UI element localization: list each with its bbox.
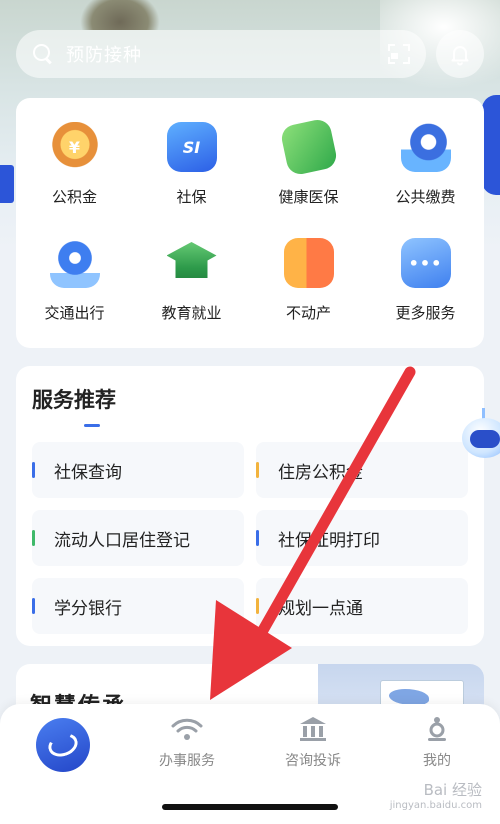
item-label: 社保证明打印 (278, 530, 380, 551)
public-payment-icon (400, 122, 451, 172)
search-icon (32, 43, 54, 65)
bell-icon (451, 46, 469, 66)
item-accent (256, 530, 259, 546)
recommend-item-housing-fund[interactable]: 住房公积金 (256, 442, 468, 498)
more-services-icon: ••• (400, 238, 451, 288)
recommend-title: 服务推荐 (32, 388, 116, 412)
home-logo-icon (45, 729, 81, 761)
item-label: 学分银行 (54, 598, 122, 619)
tab-label: 咨询投诉 (285, 753, 341, 769)
recommend-card: 服务推荐 社保查询 住房公积金 流动人口居住登记 社保证明打印 学分银行 规划一… (16, 366, 484, 646)
grid-item-label: 更多服务 (395, 304, 456, 322)
health-insurance-icon (278, 117, 339, 177)
wifi-icon (171, 718, 203, 740)
grid-item-label: 不动产 (285, 304, 331, 322)
item-accent (256, 598, 259, 614)
grid-item-label: 健康医保 (278, 188, 339, 206)
grid-item-real-estate[interactable]: 不动产 (250, 238, 367, 354)
hero-illustration (80, 0, 160, 30)
tab-consult[interactable]: 咨询投诉 (253, 716, 373, 770)
item-accent (32, 598, 35, 614)
item-accent (256, 462, 259, 478)
grid-item-label: 公共缴费 (395, 188, 456, 206)
left-accent (0, 165, 14, 203)
item-label: 住房公积金 (278, 462, 363, 483)
grid-item-label: 公积金 (51, 188, 97, 206)
social-security-icon: SI (166, 122, 217, 172)
grid-item-provident-fund[interactable]: ¥ 公积金 (16, 122, 133, 238)
home-indicator[interactable] (162, 804, 338, 810)
item-label: 规划一点通 (278, 598, 363, 619)
item-label: 社保查询 (54, 462, 122, 483)
item-label: 流动人口居住登记 (54, 530, 190, 551)
provident-fund-icon: ¥ (49, 122, 100, 172)
grid-item-label: 社保 (176, 188, 207, 206)
right-accent (482, 95, 500, 195)
recommend-item-social-security-certificate[interactable]: 社保证明打印 (256, 510, 468, 566)
recommend-item-social-security-query[interactable]: 社保查询 (32, 442, 244, 498)
grid-item-label: 教育就业 (161, 304, 222, 322)
tab-services[interactable]: 办事服务 (127, 716, 247, 770)
grid-item-traffic[interactable]: 交通出行 (16, 238, 133, 354)
watermark: Bai 经验 jingyan.baidu.com (389, 781, 482, 811)
recommend-item-credit-bank[interactable]: 学分银行 (32, 578, 244, 634)
recommend-item-residence-registration[interactable]: 流动人口居住登记 (32, 510, 244, 566)
building-icon (300, 717, 326, 741)
education-icon (166, 242, 217, 278)
notification-button[interactable] (436, 30, 484, 78)
user-icon (428, 717, 446, 741)
scan-icon[interactable] (388, 44, 410, 64)
tab-label: 办事服务 (159, 753, 215, 769)
tab-label: 我的 (423, 753, 451, 769)
search-input[interactable]: 预防接种 (66, 41, 388, 67)
grid-item-public-payment[interactable]: 公共缴费 (367, 122, 484, 238)
assistant-robot-icon[interactable] (458, 408, 500, 466)
tab-mine[interactable]: 我的 (377, 716, 497, 770)
grid-item-health-insurance[interactable]: 健康医保 (250, 117, 367, 238)
grid-item-label: 交通出行 (44, 304, 105, 322)
grid-item-social-security[interactable]: SI 社保 (133, 122, 250, 238)
services-grid-card: ¥ 公积金 SI 社保 健康医保 公共缴费 交通出行 教育就业 不动产 ••• (16, 98, 484, 348)
search-bar[interactable]: 预防接种 (16, 30, 426, 78)
traffic-icon (49, 238, 100, 288)
item-accent (32, 530, 35, 546)
grid-item-more-services[interactable]: ••• 更多服务 (367, 238, 484, 354)
item-accent (32, 462, 35, 478)
home-logo-button[interactable] (36, 718, 90, 772)
real-estate-icon (283, 238, 334, 288)
recommend-item-planning[interactable]: 规划一点通 (256, 578, 468, 634)
grid-item-education[interactable]: 教育就业 (133, 238, 250, 354)
title-underline (84, 424, 100, 427)
